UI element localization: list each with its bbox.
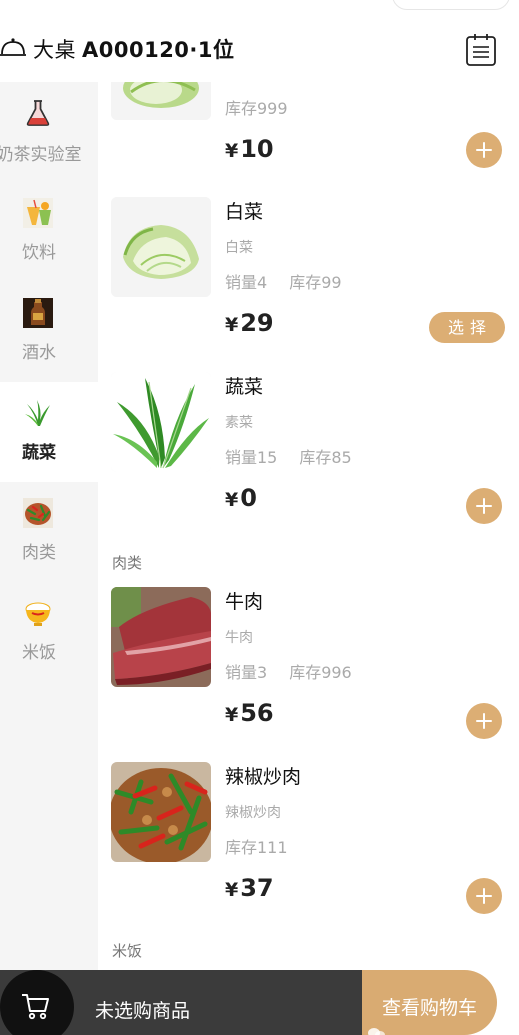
price-value: 29 [240, 309, 274, 337]
cabbage-image [111, 197, 211, 297]
category-label: 奶茶实验室 [0, 145, 82, 165]
table-code: A000120·1位 [82, 38, 235, 62]
select-spec-button[interactable]: 选择 [429, 312, 505, 343]
category-meat[interactable]: 肉类 [0, 482, 98, 582]
cart-icon [22, 994, 49, 1020]
product-price: ¥0 [225, 484, 257, 512]
currency-symbol: ¥ [225, 704, 239, 726]
currency-symbol: ¥ [225, 489, 239, 511]
cabbage-image [111, 82, 211, 120]
category-vegetables[interactable]: 蔬菜 [0, 382, 98, 482]
section-header-meat: 肉类 [112, 554, 143, 572]
meat-icon [23, 498, 53, 528]
product-description: 牛肉 [225, 630, 253, 646]
category-rice[interactable]: 米饭 [0, 582, 98, 682]
product-stock: 库存999 [225, 99, 288, 118]
product-price: ¥10 [225, 135, 274, 163]
product-item[interactable]: 辣椒炒肉 辣椒炒肉 库存111 ¥37 [98, 762, 519, 937]
top-pill-button[interactable] [392, 0, 510, 10]
flask-icon [26, 100, 50, 126]
add-to-cart-button[interactable] [466, 132, 502, 168]
product-list[interactable]: 库存999 ¥10 白菜 白菜 销量4 库存99 ¥29 选择 蔬菜 素菜 销量… [98, 82, 519, 970]
table-title: 大桌 A000120·1位 [33, 34, 235, 64]
bell-icon [0, 38, 26, 56]
category-sidebar: 奶茶实验室 饮料 酒水 蔬菜 肉类 米饭 [0, 82, 98, 982]
product-item[interactable]: 蔬菜 素菜 销量15 库存85 ¥0 [98, 372, 519, 547]
add-to-cart-button[interactable] [466, 488, 502, 524]
price-value: 56 [240, 699, 274, 727]
price-value: 37 [240, 874, 274, 902]
currency-symbol: ¥ [225, 140, 239, 162]
product-stats: 销量4 库存99 [225, 269, 342, 293]
order-list-icon[interactable] [465, 33, 497, 67]
category-label: 米饭 [22, 643, 56, 663]
product-image [111, 197, 211, 297]
product-name: 白菜 [225, 201, 264, 223]
product-image [111, 587, 211, 687]
product-name: 蔬菜 [225, 376, 264, 398]
product-description: 素菜 [225, 415, 253, 431]
product-item[interactable]: 白菜 白菜 销量4 库存99 ¥29 选择 [98, 197, 519, 372]
product-stats: 库存111 [225, 834, 288, 858]
product-stats: 库存999 [225, 95, 288, 119]
product-price: ¥56 [225, 699, 274, 727]
product-stats: 销量15 库存85 [225, 444, 352, 468]
product-item[interactable]: 库存999 ¥10 [98, 82, 519, 175]
ordering-page: 大桌 A000120·1位 奶茶实验室 饮料 酒水 蔬菜 肉类 米饭 库存999… [0, 0, 519, 1035]
product-name: 牛肉 [225, 591, 264, 613]
product-stock: 库存85 [299, 448, 352, 467]
price-value: 10 [240, 135, 274, 163]
product-stats: 销量3 库存996 [225, 659, 352, 683]
add-to-cart-button[interactable] [466, 703, 502, 739]
category-label: 蔬菜 [22, 443, 56, 463]
product-stock: 库存111 [225, 838, 288, 857]
vegetable-icon [25, 400, 50, 426]
section-header-rice: 米饭 [112, 942, 143, 960]
product-stock: 库存99 [289, 273, 342, 292]
product-price: ¥29 [225, 309, 274, 337]
product-sales: 销量15 [225, 448, 278, 467]
category-label: 饮料 [22, 243, 56, 263]
add-to-cart-button[interactable] [466, 878, 502, 914]
currency-symbol: ¥ [225, 879, 239, 901]
product-image [111, 372, 211, 472]
product-image [111, 762, 211, 862]
header: 大桌 A000120·1位 [0, 0, 519, 82]
cart-button[interactable] [0, 970, 74, 1035]
product-description: 辣椒炒肉 [225, 805, 281, 821]
pepper-pork-image [111, 762, 211, 862]
product-sales: 销量4 [225, 273, 268, 292]
product-description: 白菜 [225, 240, 253, 256]
watermark-overlay [367, 1024, 519, 1035]
cart-status-text: 未选购商品 [95, 1000, 191, 1022]
product-name: 辣椒炒肉 [225, 766, 302, 788]
category-drinks[interactable]: 饮料 [0, 182, 98, 282]
chat-icon [368, 1028, 385, 1035]
liquor-icon [23, 298, 53, 328]
product-price: ¥37 [225, 874, 274, 902]
product-image [111, 82, 211, 120]
table-name: 大桌 [33, 38, 76, 62]
product-stock: 库存996 [289, 663, 352, 682]
category-liquor[interactable]: 酒水 [0, 282, 98, 382]
category-label: 酒水 [22, 343, 56, 363]
product-item[interactable]: 牛肉 牛肉 销量3 库存996 ¥56 [98, 587, 519, 762]
drink-icon [23, 198, 53, 228]
price-value: 0 [240, 484, 257, 512]
category-milk-tea-lab[interactable]: 奶茶实验室 [0, 82, 98, 182]
product-sales: 销量3 [225, 663, 268, 682]
rice-bowl-icon [25, 602, 51, 626]
currency-symbol: ¥ [225, 314, 239, 336]
category-label: 肉类 [22, 543, 56, 563]
lettuce-image [111, 372, 211, 472]
beef-image [111, 587, 211, 687]
